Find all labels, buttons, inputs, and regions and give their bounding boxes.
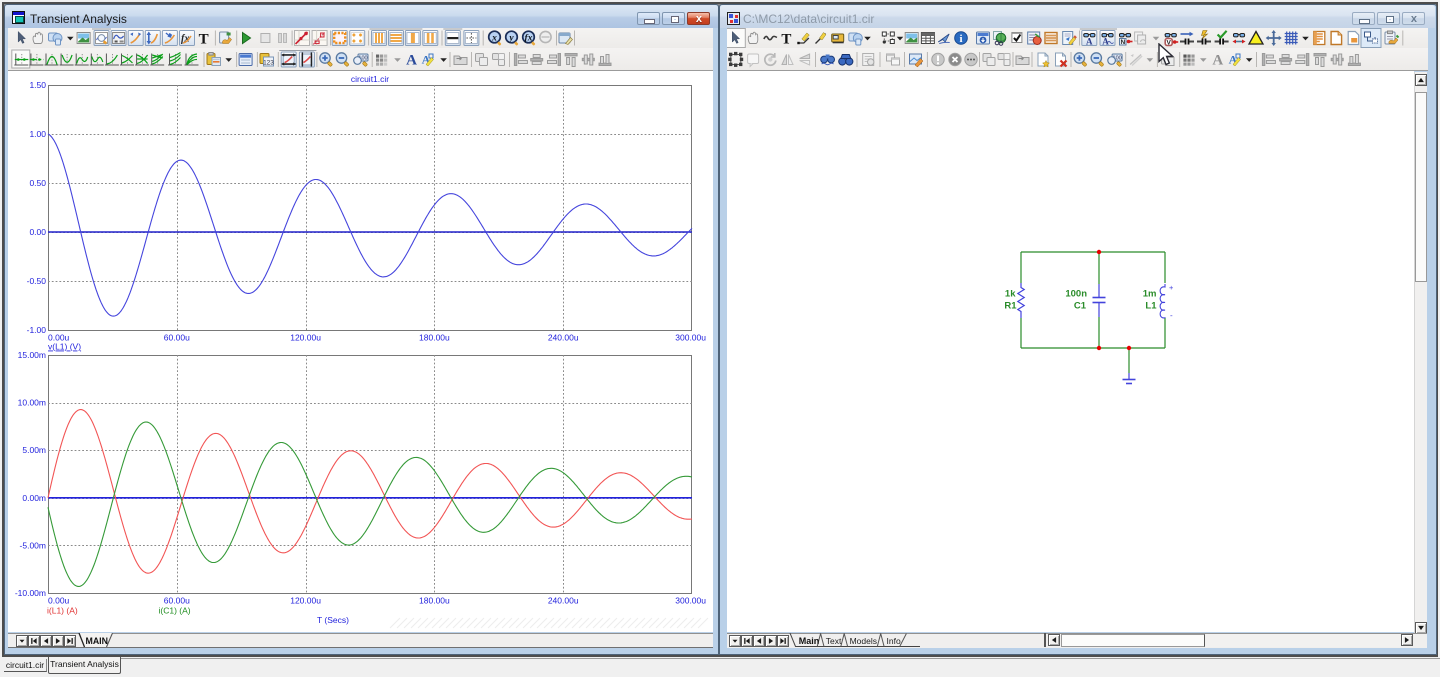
svg-text:1k: 1k — [1005, 289, 1016, 300]
svg-text:0.00u: 0.00u — [48, 596, 70, 606]
svg-text:1m: 1m — [1143, 289, 1157, 300]
svg-text:15.00m: 15.00m — [18, 350, 46, 360]
svg-text:-0.50: -0.50 — [27, 276, 47, 286]
svg-text:Main: Main — [799, 636, 820, 646]
svg-text:0.00: 0.00 — [29, 227, 46, 237]
svg-text:y: y — [508, 33, 514, 43]
svg-text:i: i — [959, 33, 962, 45]
svg-text:L1: L1 — [1145, 301, 1157, 312]
svg-text:Text: Text — [826, 636, 842, 646]
svg-text:180.00u: 180.00u — [419, 333, 450, 343]
svg-text:60.00u: 60.00u — [164, 333, 190, 343]
svg-text:MAIN: MAIN — [86, 635, 108, 645]
svg-text:fx: fx — [525, 33, 533, 43]
svg-text:0.00m: 0.00m — [22, 493, 46, 503]
svg-text:1.00: 1.00 — [29, 129, 46, 139]
svg-text:10.00m: 10.00m — [18, 398, 46, 408]
svg-text:120.00u: 120.00u — [290, 596, 321, 606]
svg-text:123: 123 — [263, 59, 274, 66]
svg-text:C1: C1 — [1074, 301, 1087, 312]
svg-text:A: A — [1212, 53, 1223, 69]
svg-text:240.00u: 240.00u — [548, 333, 579, 343]
svg-text:+: + — [1169, 283, 1174, 292]
svg-text:v(L1) (V): v(L1) (V) — [48, 342, 81, 352]
svg-text:-5.00m: -5.00m — [20, 540, 46, 550]
svg-text:300.00u: 300.00u — [675, 333, 706, 343]
svg-text:R1: R1 — [1004, 301, 1017, 312]
svg-text:T: T — [199, 31, 209, 47]
svg-text:-1.00: -1.00 — [27, 325, 47, 335]
svg-text:T (Secs): T (Secs) — [317, 615, 349, 625]
svg-text:T: T — [781, 31, 791, 47]
svg-text:0.50: 0.50 — [29, 178, 46, 188]
svg-text:A: A — [406, 53, 417, 69]
svg-text:1.50: 1.50 — [29, 80, 46, 90]
svg-text:100n: 100n — [1065, 289, 1087, 300]
svg-text:i(C1) (A): i(C1) (A) — [159, 606, 191, 616]
svg-text:i(L1) (A): i(L1) (A) — [47, 606, 78, 616]
svg-text:A: A — [1086, 37, 1093, 47]
svg-text:-10.00m: -10.00m — [15, 588, 46, 598]
svg-text:Info: Info — [887, 636, 901, 646]
svg-text:5.00m: 5.00m — [22, 445, 46, 455]
svg-text:120.00u: 120.00u — [290, 333, 321, 343]
svg-text:60.00u: 60.00u — [164, 596, 190, 606]
svg-text:Models: Models — [850, 636, 877, 646]
svg-text:x: x — [491, 33, 497, 43]
svg-text:180.00u: 180.00u — [419, 596, 450, 606]
svg-text:N: N — [1120, 39, 1125, 46]
svg-text:240.00u: 240.00u — [548, 596, 579, 606]
svg-text:300.00u: 300.00u — [675, 596, 706, 606]
svg-text:circuit1.cir: circuit1.cir — [351, 74, 389, 84]
svg-text:-: - — [1170, 311, 1173, 320]
